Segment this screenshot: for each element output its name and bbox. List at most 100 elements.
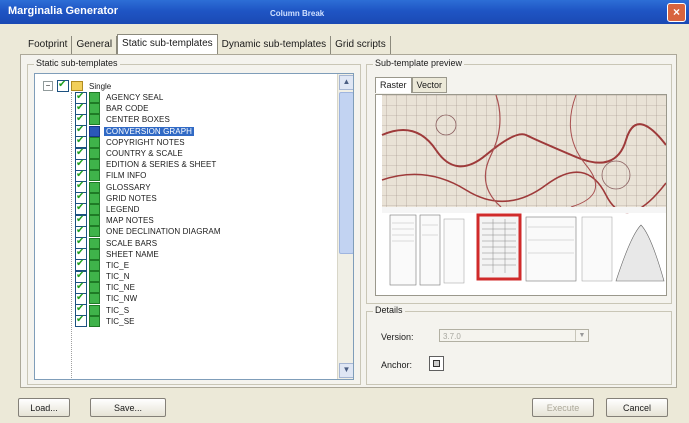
tree-item[interactable]: GRID NOTES — [75, 191, 223, 205]
tree-item[interactable]: COPYRIGHT NOTES — [75, 135, 223, 149]
title-bar: Marginalia Generator Column Break × — [0, 0, 689, 24]
tree-item-label: CENTER BOXES — [106, 115, 170, 125]
tree-item-label: TIC_NE — [106, 283, 136, 293]
tab-grid-scripts[interactable]: Grid scripts — [331, 36, 391, 54]
tree-item-label: TIC_S — [106, 305, 130, 315]
tree-item-label: TIC_N — [106, 272, 130, 282]
tree-item[interactable]: COUNTRY & SCALE — [75, 147, 223, 160]
tree-item[interactable]: EDITION & SERIES & SHEET — [75, 158, 223, 171]
tree-item[interactable]: LEGEND — [75, 202, 223, 216]
template-icon — [89, 192, 100, 204]
tree-item-label: TIC_E — [106, 260, 130, 270]
chevron-down-icon[interactable]: ▼ — [575, 330, 588, 341]
save-button[interactable]: Save... — [90, 398, 166, 417]
template-icon — [89, 203, 100, 215]
template-icon — [89, 293, 100, 305]
version-value: 3.7.0 — [443, 332, 461, 341]
tree-item[interactable]: SHEET NAME — [75, 247, 223, 261]
template-icon — [89, 248, 100, 260]
tree-item-label: SCALE BARS — [106, 238, 158, 248]
tree-item-label: BAR CODE — [106, 104, 149, 114]
tree-item[interactable]: FILM INFO — [75, 169, 223, 182]
preview-tab-strip: Raster Vector — [375, 77, 448, 93]
tree-item[interactable]: TIC_N — [75, 270, 223, 283]
execute-button[interactable]: Execute — [532, 398, 594, 417]
tab-static-sub-templates[interactable]: Static sub-templates — [117, 34, 218, 56]
tab-dynamic-sub-templates[interactable]: Dynamic sub-templates — [218, 36, 332, 54]
tree-item[interactable]: CENTER BOXES — [75, 113, 223, 126]
tree-item[interactable]: CONVERSION GRAPH — [75, 124, 223, 138]
tree-item-label: COUNTRY & SCALE — [106, 149, 183, 159]
template-icon — [89, 237, 100, 249]
tree-item[interactable]: SCALE BARS — [75, 236, 223, 250]
raster-preview-image — [375, 94, 667, 296]
template-icon — [89, 282, 100, 294]
tree-item[interactable]: TIC_NE — [75, 281, 223, 294]
folder-icon — [71, 81, 83, 91]
tree-item[interactable]: TIC_SE — [75, 314, 223, 328]
tree-items: AGENCY SEALBAR CODECENTER BOXESCONVERSIO… — [75, 91, 223, 328]
tree-item[interactable]: TIC_NW — [75, 292, 223, 305]
scroll-thumb[interactable] — [339, 92, 353, 254]
template-icon — [89, 136, 100, 148]
checkbox-icon[interactable] — [75, 314, 87, 328]
details-group-label: Details — [373, 305, 405, 315]
template-icon — [89, 181, 100, 193]
map-preview-illustration — [381, 95, 666, 286]
tree-item[interactable]: TIC_E — [75, 258, 223, 272]
tree-item-label: GLOSSARY — [106, 182, 151, 192]
anchor-label: Anchor: — [381, 360, 413, 370]
template-icon — [89, 215, 100, 227]
template-icon — [89, 315, 100, 327]
close-button[interactable]: × — [667, 3, 686, 22]
tree-item[interactable]: AGENCY SEAL — [75, 91, 223, 104]
cancel-button[interactable]: Cancel — [606, 398, 668, 417]
static-sub-templates-panel: Static sub-templates − Single AGENCY SEA… — [20, 54, 677, 388]
checkbox-icon[interactable] — [57, 79, 69, 92]
tree-item[interactable]: BAR CODE — [75, 102, 223, 115]
tree-item-label: TIC_NW — [106, 294, 138, 304]
tree-item-label: MAP NOTES — [106, 216, 154, 226]
tree-item-label: TIC_SE — [106, 316, 135, 326]
template-icon — [89, 259, 100, 271]
version-label: Version: — [381, 332, 414, 342]
template-icon — [89, 304, 100, 316]
template-icon — [89, 159, 100, 171]
collapse-icon[interactable]: − — [43, 81, 53, 91]
tree-scrollbar[interactable]: ▲ ▼ — [337, 74, 353, 379]
tree-item[interactable]: TIC_S — [75, 303, 223, 317]
template-icon — [89, 92, 100, 104]
tab-general[interactable]: General — [72, 36, 118, 54]
tree-item[interactable]: ONE DECLINATION DIAGRAM — [75, 225, 223, 238]
static-sub-templates-group: Static sub-templates − Single AGENCY SEA… — [27, 58, 361, 385]
tree-item-label: CONVERSION GRAPH — [104, 126, 195, 136]
template-icon — [89, 170, 100, 182]
tree-item-label: LEGEND — [106, 204, 140, 214]
template-icon — [89, 125, 100, 137]
tree-item-label: SHEET NAME — [106, 249, 159, 259]
anchor-button[interactable] — [429, 356, 444, 371]
tree-item[interactable]: MAP NOTES — [75, 214, 223, 227]
load-button[interactable]: Load... — [18, 398, 70, 417]
tree-item-label: GRID NOTES — [106, 193, 157, 203]
tab-footprint[interactable]: Footprint — [24, 36, 73, 54]
tree-item-label: ONE DECLINATION DIAGRAM — [106, 227, 221, 237]
tab-strip: Footprint General Static sub-templates D… — [24, 34, 391, 56]
template-icon — [89, 148, 100, 160]
preview-group-label: Sub-template preview — [373, 58, 465, 68]
version-select[interactable]: 3.7.0 ▼ — [439, 329, 589, 342]
static-sub-templates-group-label: Static sub-templates — [34, 58, 120, 68]
details-group: Details Version: 3.7.0 ▼ Anchor: — [366, 305, 672, 385]
tree-item[interactable]: GLOSSARY — [75, 180, 223, 194]
marginalia-generator-window: Marginalia Generator Column Break × Foot… — [0, 0, 689, 423]
window-subtitle: Column Break — [270, 9, 325, 18]
template-icon — [89, 114, 100, 126]
tab-raster[interactable]: Raster — [375, 77, 412, 93]
template-icon — [89, 103, 100, 115]
template-icon — [89, 226, 100, 238]
scroll-down-icon[interactable]: ▼ — [339, 363, 353, 378]
window-title: Marginalia Generator — [8, 5, 119, 17]
sub-template-tree[interactable]: − Single AGENCY SEALBAR CODECENTER BOXES… — [34, 73, 354, 380]
tab-vector[interactable]: Vector — [411, 77, 448, 93]
scroll-up-icon[interactable]: ▲ — [339, 75, 353, 90]
